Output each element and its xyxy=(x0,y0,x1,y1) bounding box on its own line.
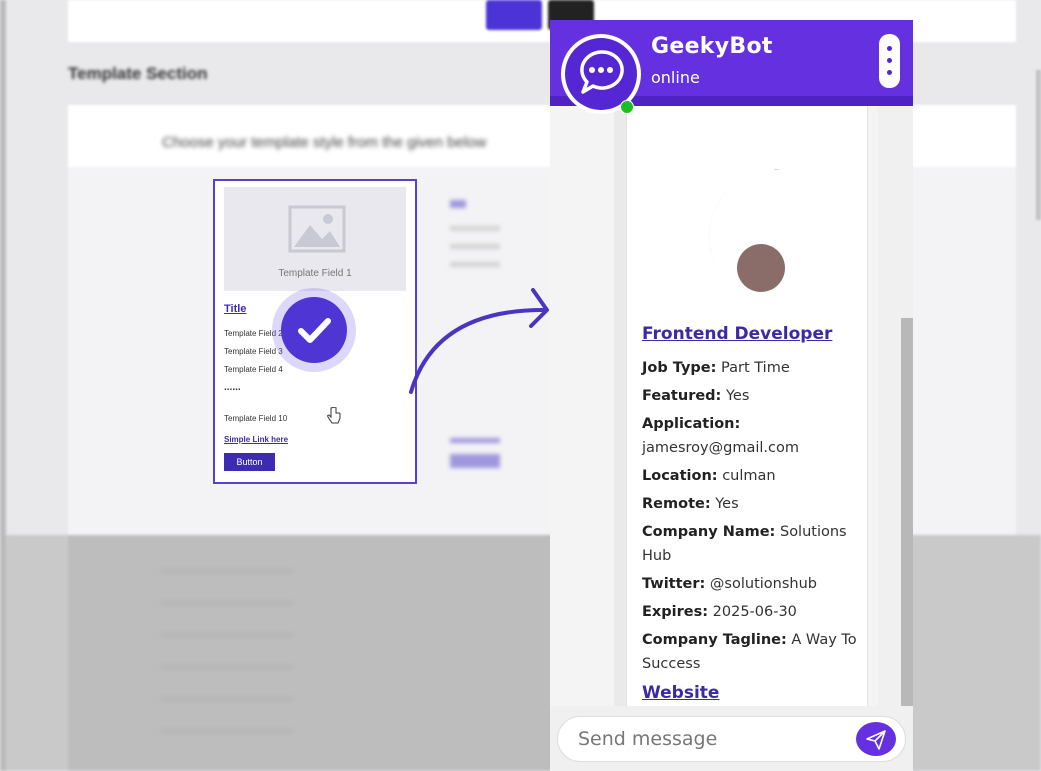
template-ellipsis: ...... xyxy=(224,382,241,393)
online-indicator xyxy=(620,100,634,114)
field-label: Job Type: xyxy=(642,360,717,376)
job-field-row: Application: jamesroy@gmail.com xyxy=(642,412,857,460)
job-field-row: Remote: Yes xyxy=(642,492,857,516)
more-menu-button[interactable] xyxy=(879,34,900,88)
job-details: Job Type: Part Time Featured: Yes Applic… xyxy=(642,356,857,680)
message-gutter xyxy=(614,106,626,706)
job-field-row: Job Type: Part Time xyxy=(642,356,857,380)
send-icon xyxy=(866,730,886,750)
template-field: Template Field 4 xyxy=(224,365,283,374)
section-subtitle: Choose your template style from the give… xyxy=(162,134,487,151)
field-label: Featured: xyxy=(642,388,722,404)
bot-name: GeekyBot xyxy=(651,34,773,59)
template-button[interactable]: Button xyxy=(224,453,275,471)
top-primary-button[interactable] xyxy=(486,0,542,30)
template-image-placeholder: Template Field 1 xyxy=(224,187,406,291)
dot xyxy=(887,58,892,63)
field-label: Twitter: xyxy=(642,576,706,592)
template-link[interactable]: Simple Link here xyxy=(224,435,288,444)
right-scrollbar[interactable] xyxy=(1036,70,1041,220)
template-image-label: Template Field 1 xyxy=(278,268,352,279)
job-title-link[interactable]: Frontend Developer xyxy=(642,324,832,344)
template-title: Title xyxy=(224,303,247,315)
message-input[interactable] xyxy=(576,725,850,753)
check-circle xyxy=(281,297,347,363)
image-icon xyxy=(288,205,346,253)
field-label: Application: xyxy=(642,416,741,432)
dot xyxy=(887,70,892,75)
selected-check-badge xyxy=(272,288,356,372)
check-icon xyxy=(298,318,331,343)
job-field-row: Featured: Yes xyxy=(642,384,857,408)
curved-arrow-icon xyxy=(409,288,549,394)
message-scrollbar[interactable] xyxy=(901,318,913,710)
send-button[interactable] xyxy=(856,722,896,756)
job-field-row: Expires: 2025-06-30 xyxy=(642,600,857,624)
template-field: Template Field 10 xyxy=(224,414,288,423)
message-input-bar xyxy=(550,706,913,771)
company-logo xyxy=(688,124,829,296)
field-label: Expires: xyxy=(642,604,709,620)
lower-section xyxy=(68,535,616,771)
field-value: Yes xyxy=(725,388,750,404)
template-field: Template Field 3 xyxy=(224,347,283,356)
field-label: Company Tagline: xyxy=(642,632,787,648)
message-input-container xyxy=(557,716,906,762)
job-field-row: Location: culman xyxy=(642,464,857,488)
section-heading: Template Section xyxy=(68,64,208,83)
field-value: jamesroy@gmail.com xyxy=(642,440,799,456)
job-field-row: Company Tagline: A Way To Success xyxy=(642,628,857,676)
field-label: Remote: xyxy=(642,496,711,512)
field-value: Yes xyxy=(715,496,739,512)
left-edge xyxy=(0,0,6,771)
dot xyxy=(887,46,892,51)
field-value: 2025-06-30 xyxy=(712,604,797,620)
field-value: Part Time xyxy=(721,360,790,376)
job-card: Frontend Developer Job Type: Part Time F… xyxy=(626,106,868,716)
job-field-row: Company Name: Solutions Hub xyxy=(642,520,857,568)
field-label: Company Name: xyxy=(642,524,776,540)
bot-status: online xyxy=(651,68,700,87)
website-link[interactable]: Website xyxy=(642,683,719,703)
chat-widget: Frontend Developer Job Type: Part Time F… xyxy=(550,20,913,771)
lower-lines xyxy=(162,540,292,770)
hand-cursor-icon xyxy=(327,407,341,424)
field-value: culman xyxy=(722,468,776,484)
field-value: @solutionshub xyxy=(709,576,817,592)
field-label: Location: xyxy=(642,468,718,484)
job-field-row: Twitter: @solutionshub xyxy=(642,572,857,596)
